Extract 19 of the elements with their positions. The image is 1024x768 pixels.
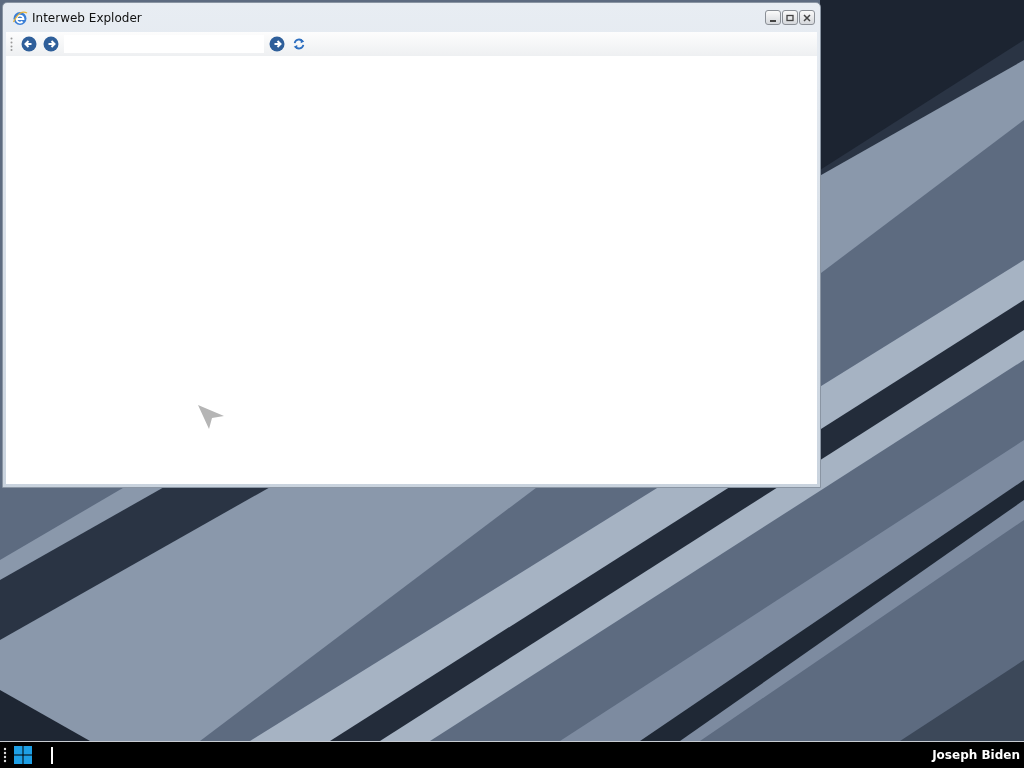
minimize-button[interactable] [765, 10, 781, 25]
close-button[interactable] [799, 10, 815, 25]
start-button[interactable] [13, 745, 33, 765]
close-icon [802, 12, 812, 23]
grip-icon [10, 37, 13, 51]
windows-logo-icon [14, 746, 32, 764]
forward-button[interactable] [42, 35, 60, 53]
grip-icon [3, 747, 7, 763]
go-button[interactable] [268, 35, 286, 53]
maximize-icon [785, 12, 795, 23]
pointer-icon [197, 404, 225, 430]
text-cursor-icon [51, 746, 53, 764]
user-name: Joseph Biden [932, 748, 1020, 762]
window-title: Interweb Exploder [32, 10, 142, 25]
minimize-icon [770, 19, 776, 22]
globe-e-icon [12, 9, 28, 26]
maximize-button[interactable] [782, 10, 798, 25]
back-button[interactable] [20, 35, 38, 53]
refresh-icon [292, 36, 306, 52]
